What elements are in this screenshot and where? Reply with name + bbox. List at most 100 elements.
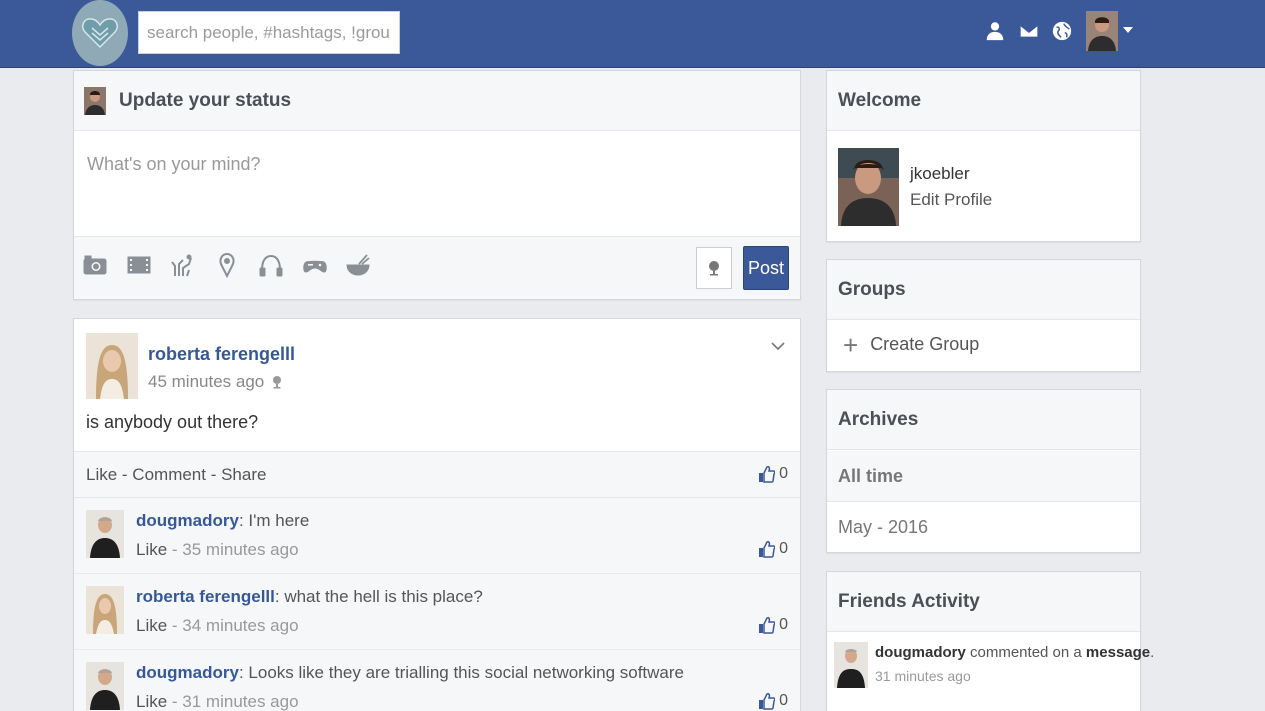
camera-icon[interactable]	[81, 251, 109, 279]
like-link[interactable]: Like	[86, 465, 117, 484]
welcome-panel: Welcome jkoebler Edit Profile	[826, 70, 1141, 242]
comment-like-link[interactable]: Like	[136, 540, 167, 559]
activity-text: dougmadory commented on a message.	[875, 644, 1154, 661]
status-textarea[interactable]	[74, 132, 800, 236]
comment-avatar[interactable]	[86, 510, 124, 558]
comment-text: roberta ferengelll: what the hell is thi…	[136, 587, 483, 607]
groups-panel: Groups + Create Group	[826, 259, 1141, 372]
avatar-portrait-icon	[1086, 11, 1118, 51]
post-time-text: 45 minutes ago	[148, 372, 265, 391]
privacy-button[interactable]	[696, 247, 732, 289]
globe-icon	[273, 376, 282, 389]
activity-time: 31 minutes ago	[875, 668, 971, 684]
comment-time: 31 minutes ago	[182, 692, 299, 711]
edit-profile-link[interactable]: Edit Profile	[910, 190, 992, 210]
post-button[interactable]: Post	[743, 246, 789, 290]
meta-separator: -	[167, 540, 183, 559]
meta-separator: -	[167, 692, 183, 711]
comment-text: dougmadory: I'm here	[136, 511, 309, 531]
heart-logo-icon	[82, 18, 118, 49]
post-like-count[interactable]: 0	[759, 465, 788, 483]
food-icon[interactable]	[344, 251, 372, 279]
friend-requests-icon[interactable]	[983, 19, 1007, 43]
notifications-globe-icon[interactable]	[1050, 19, 1074, 43]
archive-item-may-2016[interactable]: May - 2016	[827, 502, 1140, 553]
comment-body: what the hell is this place?	[284, 587, 483, 606]
location-icon[interactable]	[213, 251, 241, 279]
comment-like-count[interactable]: 0	[759, 540, 788, 558]
friends-activity-title: Friends Activity	[827, 572, 1140, 632]
comment-like-link[interactable]: Like	[136, 616, 167, 635]
activity-avatar	[834, 642, 868, 688]
comment-like-link[interactable]: Like	[136, 692, 167, 711]
like-count-value: 0	[779, 692, 788, 709]
globe-icon	[709, 261, 719, 276]
comment-separator: :	[238, 663, 249, 682]
like-count-value: 0	[779, 616, 788, 633]
game-icon[interactable]	[301, 251, 329, 279]
chevron-down-icon[interactable]	[1123, 27, 1133, 33]
post-timestamp: 45 minutes ago	[148, 372, 284, 392]
archive-item-all-time[interactable]: All time	[827, 451, 1140, 502]
comment-link[interactable]: Comment	[132, 465, 206, 484]
comment-meta: Like - 35 minutes ago	[136, 540, 299, 560]
like-count-value: 0	[779, 465, 788, 482]
comment-meta: Like - 31 minutes ago	[136, 692, 299, 711]
comment-avatar[interactable]	[86, 586, 124, 634]
activity-end: .	[1150, 644, 1155, 661]
comments-list: dougmadory: I'm here Like - 35 minutes a…	[74, 498, 800, 711]
messages-icon[interactable]	[1017, 19, 1041, 43]
avatar	[84, 86, 106, 115]
post-action-links: Like - Comment - Share	[86, 465, 266, 485]
activity-item[interactable]: dougmadory commented on a message. 31 mi…	[834, 640, 1154, 700]
mood-icon[interactable]	[168, 251, 196, 279]
action-separator: -	[205, 465, 222, 484]
plus-icon: +	[843, 329, 859, 360]
friends-activity-panel: Friends Activity dougmadory commented on…	[826, 571, 1154, 711]
comment-avatar[interactable]	[86, 662, 124, 710]
status-header: Update your status	[74, 71, 800, 131]
comment-separator: :	[274, 587, 285, 606]
search-input[interactable]	[138, 11, 400, 54]
thumbs-up-icon	[759, 541, 776, 558]
feed-post: roberta ferengelll 45 minutes ago is any…	[73, 318, 801, 711]
thumbs-up-icon	[759, 466, 776, 483]
post-actions-bar: Like - Comment - Share 0	[74, 451, 800, 498]
create-group-button[interactable]: + Create Group	[843, 329, 979, 360]
comment-time: 35 minutes ago	[182, 540, 299, 559]
activity-object[interactable]: message	[1086, 644, 1150, 661]
status-composer: Update your status Post	[73, 70, 801, 300]
comment-item: roberta ferengelll: what the hell is thi…	[74, 574, 800, 650]
status-toolbar: Post	[74, 236, 800, 299]
profile-avatar[interactable]	[838, 148, 899, 226]
chevron-down-icon[interactable]	[771, 339, 785, 353]
archives-title: Archives	[827, 390, 1140, 450]
comment-body: I'm here	[248, 511, 310, 530]
status-title: Update your status	[119, 89, 292, 111]
comment-author[interactable]: roberta ferengelll	[136, 587, 275, 606]
action-separator: -	[117, 465, 133, 484]
activity-user[interactable]: dougmadory	[875, 644, 966, 661]
comment-author[interactable]: dougmadory	[136, 663, 239, 682]
share-link[interactable]: Share	[221, 465, 266, 484]
welcome-title: Welcome	[827, 71, 1140, 131]
music-icon[interactable]	[257, 251, 285, 279]
video-icon[interactable]	[125, 251, 153, 279]
post-author-avatar[interactable]	[86, 333, 138, 399]
thumbs-up-icon	[759, 693, 776, 710]
post-author-name[interactable]: roberta ferengelll	[148, 344, 295, 365]
groups-title: Groups	[827, 260, 1140, 320]
thumbs-up-icon	[759, 617, 776, 634]
comment-like-count[interactable]: 0	[759, 692, 788, 710]
comment-body: Looks like they are trialling this socia…	[248, 663, 684, 682]
user-menu-avatar[interactable]	[1086, 11, 1118, 51]
comment-author[interactable]: dougmadory	[136, 511, 239, 530]
site-logo[interactable]	[72, 0, 128, 66]
top-navbar	[0, 0, 1265, 68]
comment-like-count[interactable]: 0	[759, 616, 788, 634]
meta-separator: -	[167, 616, 183, 635]
comment-meta: Like - 34 minutes ago	[136, 616, 299, 636]
activity-action: commented on a	[965, 644, 1086, 661]
profile-username[interactable]: jkoebler	[910, 164, 970, 184]
comment-text: dougmadory: Looks like they are triallin…	[136, 663, 684, 683]
